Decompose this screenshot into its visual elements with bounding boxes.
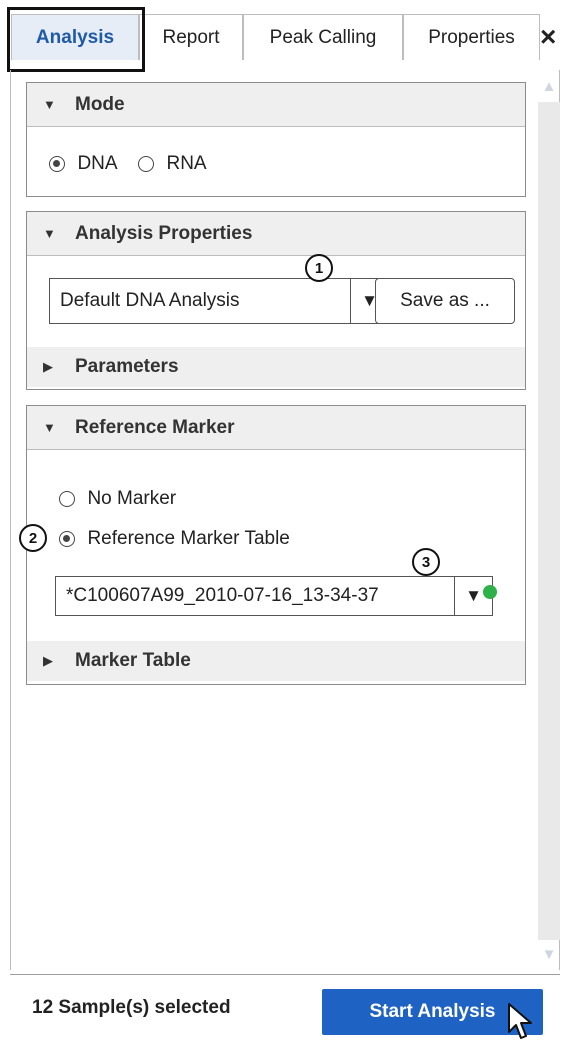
reference-marker-title: Reference Marker xyxy=(75,416,235,438)
scroll-down-icon[interactable]: ▼ xyxy=(538,944,560,966)
tab-properties[interactable]: Properties xyxy=(403,14,540,60)
marker-table-dropdown[interactable]: *C100607A99_2010-07-16_13-34-37 ▼ xyxy=(55,576,493,616)
active-tab-highlight xyxy=(7,7,145,72)
marker-table-value: *C100607A99_2010-07-16_13-34-37 xyxy=(66,585,379,606)
analysis-method-dropdown[interactable]: Default DNA Analysis ▼ xyxy=(49,278,389,324)
tab-peak-calling[interactable]: Peak Calling xyxy=(243,14,403,60)
tab-report[interactable]: Report xyxy=(139,14,243,60)
mouse-pointer-icon xyxy=(508,1003,532,1039)
callout-1: 1 xyxy=(305,254,333,282)
marker-table-label: Marker Table xyxy=(75,650,191,671)
scroll-up-icon[interactable]: ▲ xyxy=(538,76,560,98)
collapse-triangle-icon: ▼ xyxy=(43,226,56,241)
analysis-properties-header[interactable]: ▼ Analysis Properties xyxy=(27,212,525,256)
no-marker-radio[interactable] xyxy=(59,491,75,507)
parameters-expander[interactable]: ▶ Parameters xyxy=(27,347,525,387)
dna-radio[interactable] xyxy=(49,156,65,172)
no-marker-label[interactable]: No Marker xyxy=(87,488,176,509)
collapse-triangle-icon: ▼ xyxy=(43,97,56,112)
tab-bar: Analysis Report Peak Calling Properties … xyxy=(0,0,570,72)
save-as-button[interactable]: Save as ... xyxy=(375,278,515,324)
analysis-method-value: Default DNA Analysis xyxy=(60,290,240,311)
expand-triangle-icon: ▶ xyxy=(43,359,53,374)
reference-marker-table-radio[interactable] xyxy=(59,531,75,547)
callout-2: 2 xyxy=(19,524,47,552)
sample-selection-status: 12 Sample(s) selected xyxy=(32,997,231,1018)
status-indicator-icon xyxy=(483,585,497,599)
callout-3: 3 xyxy=(412,548,440,576)
collapse-triangle-icon: ▼ xyxy=(43,420,56,435)
no-marker-option: No Marker xyxy=(59,488,176,510)
scroll-track[interactable] xyxy=(538,102,560,940)
mode-panel-header[interactable]: ▼ Mode xyxy=(27,83,525,127)
reference-marker-header[interactable]: ▼ Reference Marker xyxy=(27,406,525,450)
reference-marker-table-option: Reference Marker Table xyxy=(59,528,290,550)
mode-panel-title: Mode xyxy=(75,93,125,115)
vertical-scrollbar[interactable]: ▲ ▼ xyxy=(538,76,560,966)
rna-radio[interactable] xyxy=(138,156,155,172)
close-icon[interactable]: × xyxy=(540,22,556,52)
footer-bar: 12 Sample(s) selected Start Analysis xyxy=(10,974,560,1047)
reference-marker-panel: ▼ Reference Marker No Marker Reference M… xyxy=(26,405,526,685)
expand-triangle-icon: ▶ xyxy=(43,653,53,668)
parameters-label: Parameters xyxy=(75,356,179,377)
analysis-properties-panel: ▼ Analysis Properties Default DNA Analys… xyxy=(26,211,526,390)
reference-marker-table-label[interactable]: Reference Marker Table xyxy=(87,528,289,549)
marker-table-expander[interactable]: ▶ Marker Table xyxy=(27,641,525,681)
mode-options: DNA RNA xyxy=(49,153,207,175)
dna-label[interactable]: DNA xyxy=(77,153,117,174)
analysis-properties-title: Analysis Properties xyxy=(75,222,253,244)
mode-panel: ▼ Mode DNA RNA xyxy=(26,82,526,197)
rna-label[interactable]: RNA xyxy=(166,153,206,174)
